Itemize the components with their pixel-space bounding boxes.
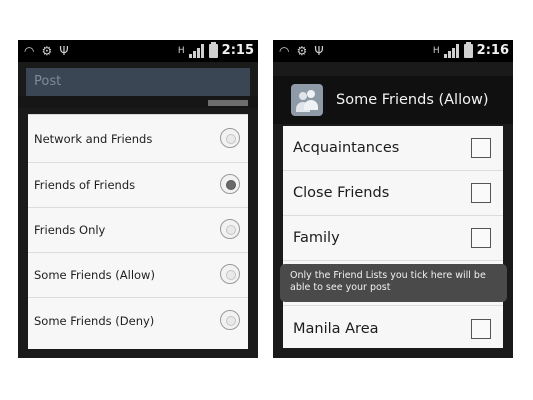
usb-icon: Ψ (59, 44, 69, 58)
right-phone-screen: ◠ ⚙ Ψ H 2:16 Some Friends (Allow) Acquai… (273, 40, 513, 358)
battery-icon (208, 42, 218, 58)
radio-button-selected[interactable] (220, 174, 240, 194)
status-time: 2:16 (476, 43, 509, 58)
privacy-option-label: Some Friends (Allow) (34, 268, 155, 282)
status-bar: ◠ ⚙ Ψ H 2:15 (18, 40, 258, 62)
android-debug-icon: ⚙ (41, 44, 53, 58)
radio-button[interactable] (220, 127, 240, 148)
privacy-option-label: Network and Friends (34, 131, 153, 146)
privacy-option[interactable]: Network and Friends (28, 115, 248, 163)
privacy-option-label: Friends of Friends (34, 178, 136, 192)
friend-list-label: Acquaintances (293, 140, 400, 156)
battery-icon (463, 42, 473, 58)
dialog-title: Some Friends (Allow) (336, 92, 489, 108)
friend-list-item[interactable]: Close Friends (283, 171, 503, 216)
privacy-option[interactable]: Some Friends (Deny) (28, 298, 248, 343)
friends-icon (291, 84, 323, 116)
checkbox[interactable] (471, 138, 491, 158)
friend-list-item[interactable]: Acquaintances (283, 126, 503, 171)
friend-list-label: Manila Area (293, 320, 379, 337)
privacy-options-menu: Network and Friends Friends of Friends F… (28, 114, 248, 349)
privacy-option-label: Some Friends (Deny) (34, 313, 155, 328)
friend-list-item[interactable]: Manila Area (283, 306, 503, 351)
checkbox[interactable] (471, 228, 491, 248)
dimmed-button (208, 100, 248, 106)
checkbox[interactable] (471, 183, 491, 203)
friend-list-item[interactable]: Family (283, 216, 503, 261)
friend-list-label: Family (293, 230, 340, 246)
friend-lists: Acquaintances Close Friends Family Manil… (283, 126, 503, 348)
privacy-option[interactable]: Friends Only (28, 208, 248, 253)
status-bar: ◠ ⚙ Ψ H 2:16 (273, 40, 513, 62)
dialog-title-bar: Some Friends (Allow) (273, 76, 513, 124)
signal-icon (443, 44, 460, 58)
signal-icon (188, 44, 205, 58)
left-phone-screen: ◠ ⚙ Ψ H 2:15 Post Network and Friends Fr… (18, 40, 258, 358)
post-header: Post (26, 68, 250, 96)
radio-button[interactable] (220, 219, 240, 239)
status-time: 2:15 (221, 43, 254, 58)
radio-button[interactable] (220, 309, 240, 330)
wifi-icon: ◠ (24, 44, 35, 58)
usb-icon: Ψ (314, 44, 324, 58)
data-h-icon: H (432, 46, 440, 56)
android-debug-icon: ⚙ (296, 44, 308, 58)
wifi-icon: ◠ (279, 44, 290, 58)
radio-button[interactable] (220, 264, 240, 284)
privacy-option-label: Friends Only (34, 223, 106, 237)
checkbox[interactable] (471, 318, 491, 339)
privacy-option[interactable]: Friends of Friends (28, 163, 248, 208)
data-h-icon: H (177, 46, 185, 56)
tooltip: Only the Friend Lists you tick here will… (280, 264, 507, 302)
friend-list-label: Close Friends (293, 185, 390, 201)
privacy-option[interactable]: Some Friends (Allow) (28, 253, 248, 298)
